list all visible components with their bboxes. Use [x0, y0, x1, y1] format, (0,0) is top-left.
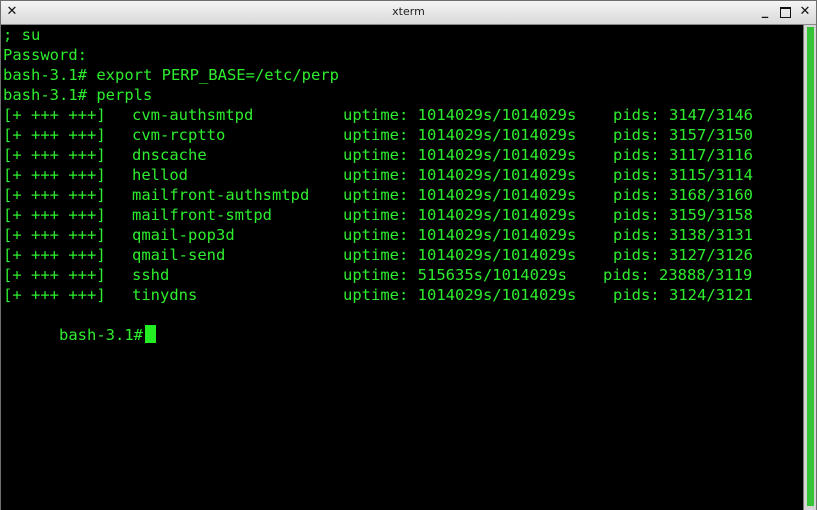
service-pids: pids: 23888/3119: [603, 266, 753, 284]
service-pids: pids: 3159/3158: [613, 206, 753, 224]
text-cursor: [145, 325, 156, 343]
service-uptime: uptime: 515635s/1014029s: [343, 266, 567, 284]
service-pids: pids: 3124/3121: [613, 286, 753, 304]
terminal-line-export: bash-3.1# export PERP_BASE=/etc/perp: [3, 66, 339, 84]
service-status: [+ +++ +++]: [3, 186, 106, 204]
service-pids: pids: 3127/3126: [613, 246, 753, 264]
service-name: mailfront-authsmtpd: [132, 186, 310, 204]
service-row: [+ +++ +++] qmail-pop3d uptime: 1014029s…: [3, 225, 753, 245]
service-row: [+ +++ +++] cvm-authsmtpd uptime: 101402…: [3, 105, 753, 125]
service-name: qmail-send: [132, 246, 226, 264]
service-row: [+ +++ +++] dnscache uptime: 1014029s/10…: [3, 145, 753, 165]
service-uptime: uptime: 1014029s/1014029s: [343, 106, 577, 124]
close-button[interactable]: ✕: [798, 5, 812, 19]
terminal-line-password: Password:: [3, 46, 87, 64]
service-row: [+ +++ +++] sshd uptime: 515635s/1014029…: [3, 265, 752, 285]
service-uptime: uptime: 1014029s/1014029s: [343, 126, 577, 144]
maximize-icon: [779, 7, 791, 18]
service-status: [+ +++ +++]: [3, 246, 106, 264]
service-pids: pids: 3157/3150: [613, 126, 753, 144]
xterm-window: ✕ xterm _ ✕ ; su Password: bash-3.1# exp…: [0, 0, 817, 510]
service-name: cvm-rcptto: [132, 126, 226, 144]
service-uptime: uptime: 1014029s/1014029s: [343, 226, 577, 244]
service-pids: pids: 3138/3131: [613, 226, 753, 244]
service-name: sshd: [132, 266, 170, 284]
minimize-button[interactable]: _: [758, 5, 772, 19]
service-row: [+ +++ +++] cvm-rcptto uptime: 1014029s/…: [3, 125, 753, 145]
service-uptime: uptime: 1014029s/1014029s: [343, 146, 577, 164]
service-status: [+ +++ +++]: [3, 146, 106, 164]
service-uptime: uptime: 1014029s/1014029s: [343, 166, 577, 184]
title-bar[interactable]: ✕ xterm _ ✕: [1, 1, 816, 25]
terminal-line-su: ; su: [3, 26, 41, 44]
service-pids: pids: 3168/3160: [613, 186, 753, 204]
service-uptime: uptime: 1014029s/1014029s: [343, 186, 577, 204]
service-row: [+ +++ +++] qmail-send uptime: 1014029s/…: [3, 245, 753, 265]
service-status: [+ +++ +++]: [3, 226, 106, 244]
service-uptime: uptime: 1014029s/1014029s: [343, 206, 577, 224]
service-status: [+ +++ +++]: [3, 206, 106, 224]
service-name: qmail-pop3d: [132, 226, 235, 244]
scrollbar[interactable]: [803, 25, 816, 510]
service-row: [+ +++ +++] hellod uptime: 1014029s/1014…: [3, 165, 753, 185]
service-name: dnscache: [132, 146, 207, 164]
service-pids: pids: 3115/3114: [613, 166, 753, 184]
service-row: [+ +++ +++] tinydns uptime: 1014029s/101…: [3, 285, 753, 305]
service-uptime: uptime: 1014029s/1014029s: [343, 246, 577, 264]
maximize-button[interactable]: [778, 5, 792, 19]
service-name: cvm-authsmtpd: [132, 106, 254, 124]
service-status: [+ +++ +++]: [3, 166, 106, 184]
service-pids: pids: 3117/3116: [613, 146, 753, 164]
service-status: [+ +++ +++]: [3, 286, 106, 304]
shell-prompt: bash-3.1#: [59, 326, 143, 344]
service-row: [+ +++ +++] mailfront-smtpd uptime: 1014…: [3, 205, 753, 225]
window-title: xterm: [392, 5, 425, 18]
scrollbar-thumb[interactable]: [807, 27, 814, 506]
service-name: hellod: [132, 166, 188, 184]
service-pids: pids: 3147/3146: [613, 106, 753, 124]
service-status: [+ +++ +++]: [3, 106, 106, 124]
service-status: [+ +++ +++]: [3, 266, 106, 284]
service-name: tinydns: [132, 286, 198, 304]
service-row: [+ +++ +++] mailfront-authsmtpd uptime: …: [3, 185, 753, 205]
service-uptime: uptime: 1014029s/1014029s: [343, 286, 577, 304]
terminal-area[interactable]: ; su Password: bash-3.1# export PERP_BAS…: [1, 25, 803, 510]
terminal-line-perpls: bash-3.1# perpls: [3, 86, 153, 104]
service-name: mailfront-smtpd: [132, 206, 272, 224]
prompt-line[interactable]: bash-3.1#: [3, 305, 156, 344]
service-status: [+ +++ +++]: [3, 126, 106, 144]
